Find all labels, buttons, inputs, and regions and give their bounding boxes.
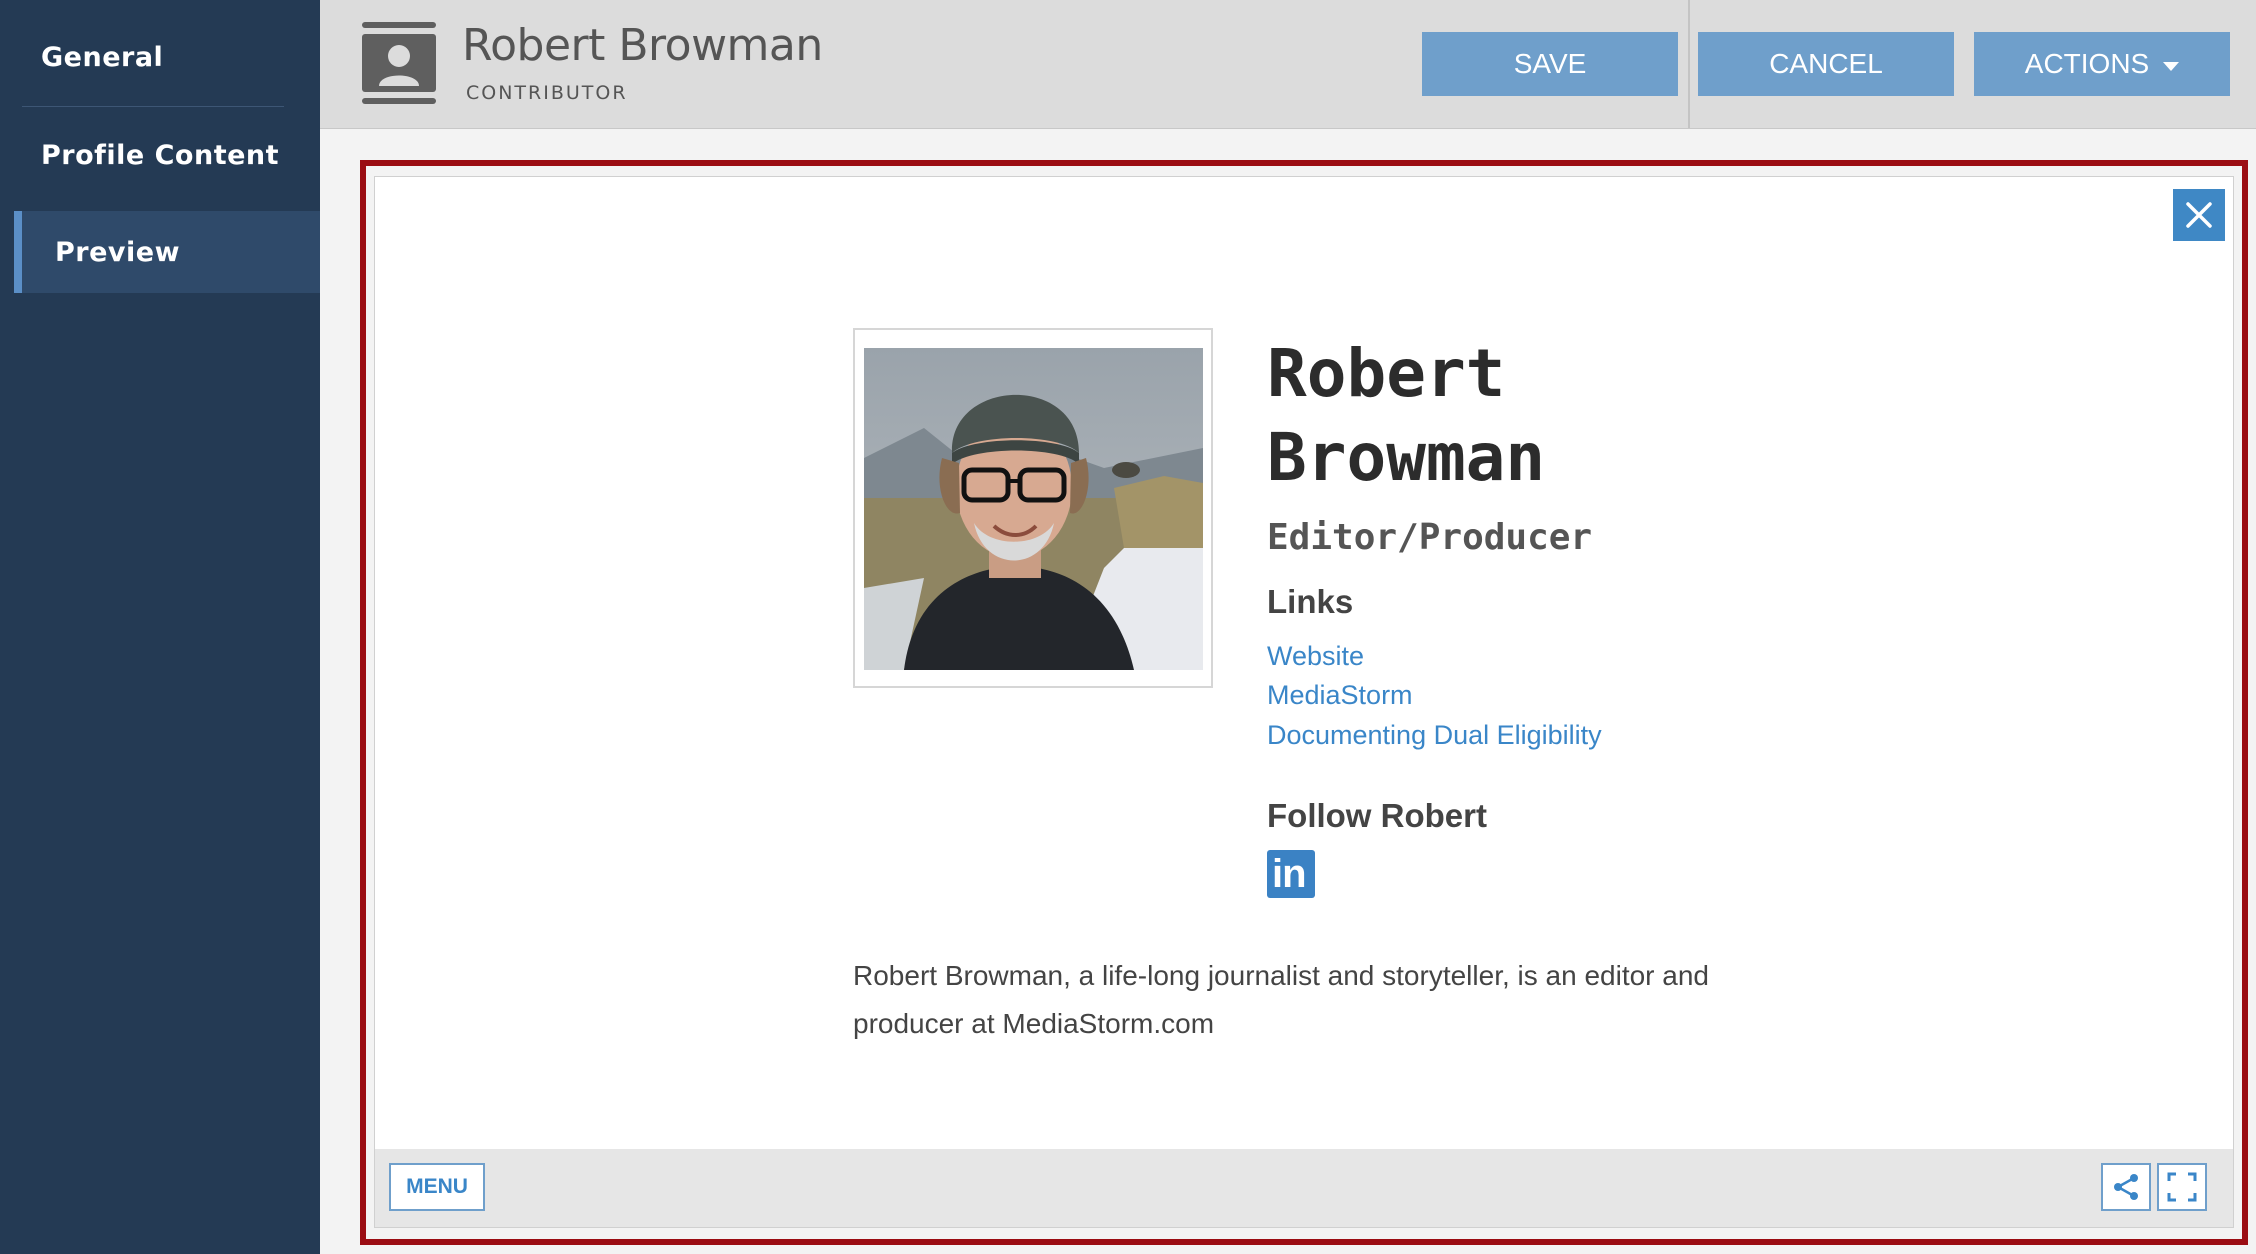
link-documenting-dual-eligibility[interactable]: Documenting Dual Eligibility bbox=[1267, 720, 1602, 751]
follow-heading: Follow Robert bbox=[1267, 797, 1487, 834]
actions-label: ACTIONS bbox=[2024, 48, 2150, 79]
header-divider bbox=[1688, 0, 1690, 128]
bio-line-1: Robert Browman, a life-long journalist a… bbox=[853, 960, 1709, 991]
sidebar-divider bbox=[22, 106, 284, 107]
links-heading: Links bbox=[1267, 583, 1354, 620]
profile-photo bbox=[864, 348, 1203, 670]
profile-bio: Robert Browman, a life-long journalist a… bbox=[853, 952, 1713, 1048]
sidebar-item-preview[interactable]: Preview bbox=[14, 211, 320, 293]
save-button[interactable]: SAVE bbox=[1422, 32, 1678, 96]
profile-name: Robert Browman bbox=[1267, 332, 1867, 500]
profile-name-line-1: Robert bbox=[1267, 335, 1506, 412]
fullscreen-icon bbox=[2167, 1172, 2197, 1202]
share-button[interactable] bbox=[2101, 1163, 2151, 1211]
profile-name-line-2: Browman bbox=[1267, 419, 1546, 496]
menu-button[interactable]: MENU bbox=[389, 1163, 485, 1211]
contributor-icon bbox=[362, 22, 436, 104]
close-icon bbox=[2186, 202, 2212, 228]
sidebar-item-general[interactable]: General bbox=[0, 16, 320, 98]
page-subtitle: CONTRIBUTOR bbox=[466, 82, 628, 104]
link-mediastorm[interactable]: MediaStorm bbox=[1267, 680, 1413, 711]
share-icon bbox=[2114, 1174, 2138, 1200]
cancel-button[interactable]: CANCEL bbox=[1698, 32, 1954, 96]
preview-panel: Robert Browman Editor/Producer Links Web… bbox=[374, 176, 2234, 1228]
link-website[interactable]: Website bbox=[1267, 641, 1364, 672]
sidebar: General Profile Content Preview bbox=[0, 0, 320, 1254]
sidebar-item-profile-content[interactable]: Profile Content bbox=[0, 114, 320, 196]
caret-down-icon bbox=[2163, 61, 2180, 71]
fullscreen-button[interactable] bbox=[2157, 1163, 2207, 1211]
linkedin-text: in bbox=[1272, 852, 1307, 896]
profile-photo-frame bbox=[853, 328, 1213, 688]
linkedin-icon[interactable]: in bbox=[1267, 850, 1315, 898]
bio-line-2: producer at MediaStorm.com bbox=[853, 1008, 1215, 1039]
page-title: Robert Browman bbox=[462, 20, 823, 71]
actions-dropdown-button[interactable]: ACTIONS bbox=[1974, 32, 2230, 96]
profile-title: Editor/Producer bbox=[1267, 517, 1593, 558]
preview-footer-bar: MENU bbox=[375, 1149, 2233, 1227]
close-button[interactable] bbox=[2173, 189, 2225, 241]
header: Robert Browman CONTRIBUTOR SAVE CANCEL A… bbox=[320, 0, 2256, 129]
